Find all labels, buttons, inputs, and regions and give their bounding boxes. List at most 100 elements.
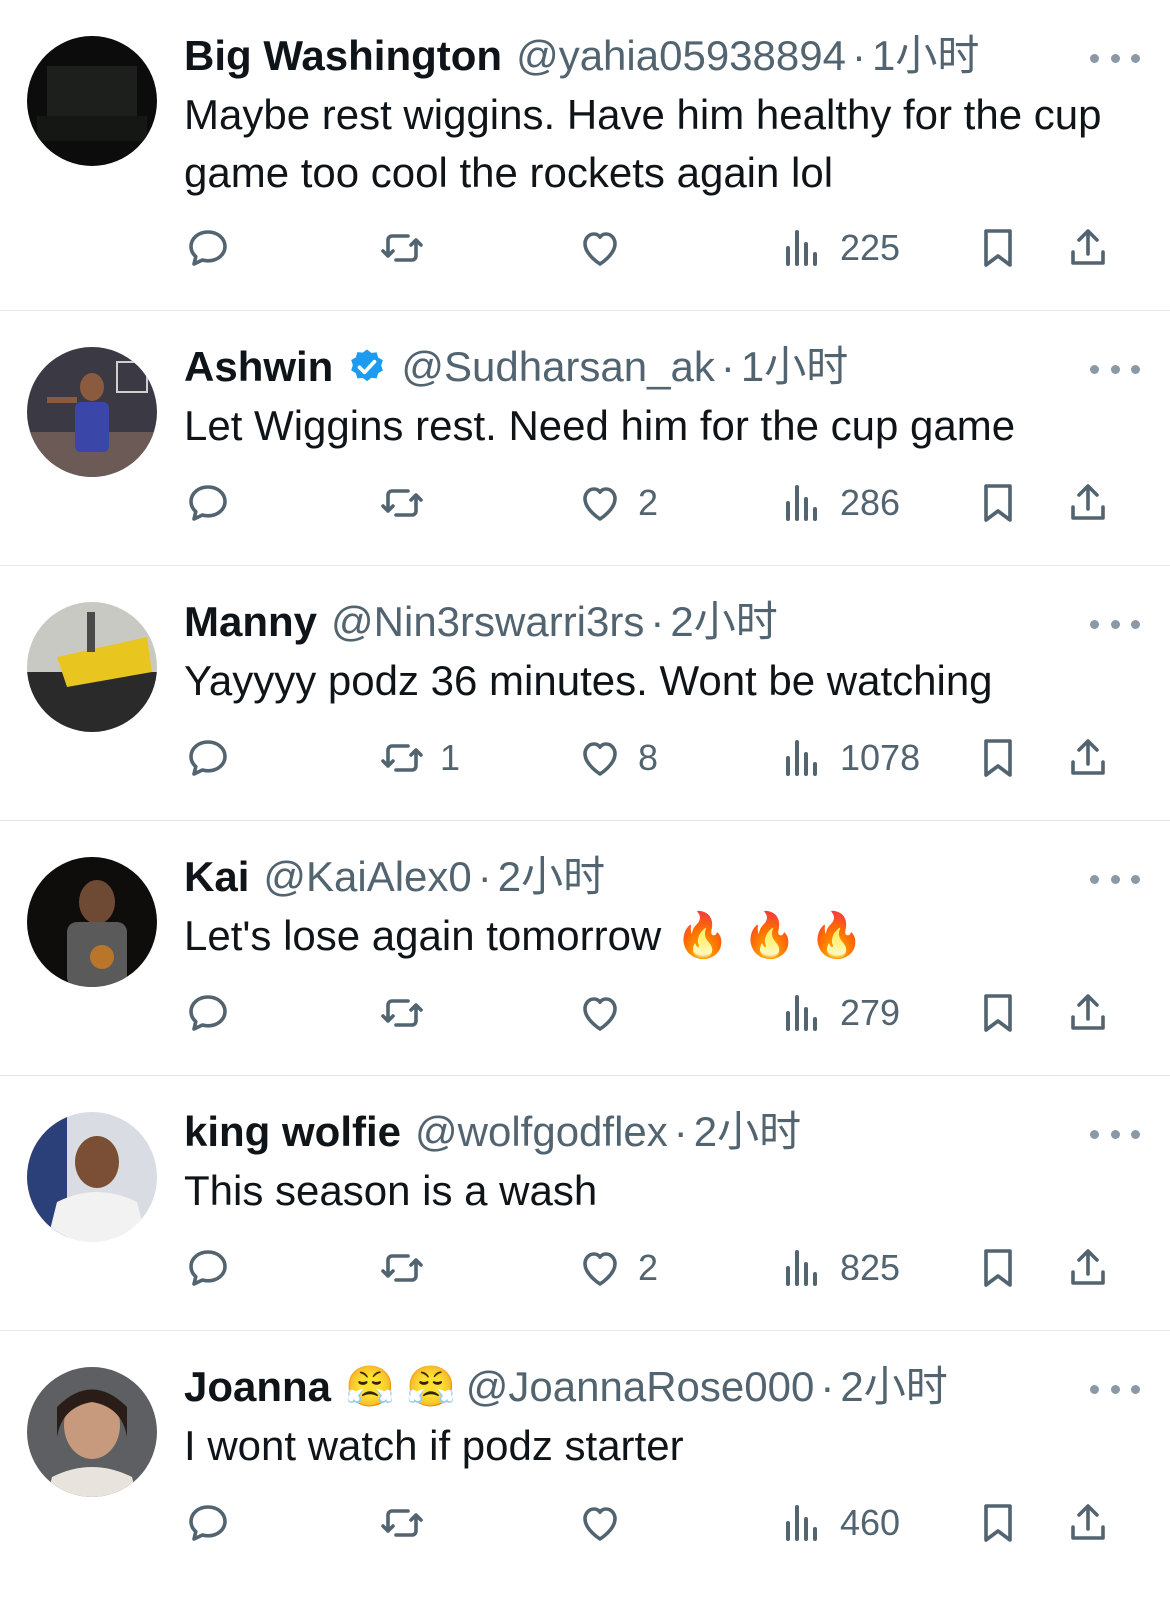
separator-dot: · [673,1108,688,1155]
display-name[interactable]: Kai [184,849,249,905]
user-handle[interactable]: @Sudharsan_ak [401,339,715,395]
retweet-button[interactable] [378,473,440,533]
bookmark-button[interactable] [974,473,1022,533]
share-icon [1071,484,1105,520]
retweet-icon [381,999,423,1027]
like-button[interactable] [576,983,638,1043]
share-button[interactable] [1064,473,1112,533]
display-name[interactable]: king wolfie [184,1104,401,1160]
reply-button[interactable] [184,1493,246,1553]
avatar[interactable] [27,1367,157,1497]
tweet[interactable]: Kai @KaiAlex0 · 2小时 Let's lose again tom… [0,821,1170,1076]
share-button[interactable] [1064,1493,1112,1553]
views-button[interactable]: 1078 [778,728,920,788]
like-button[interactable]: 2 [576,473,658,533]
retweet-icon [381,1254,423,1282]
views-button[interactable]: 825 [778,1238,900,1298]
more-icon[interactable] [1090,349,1140,389]
views-count: 1078 [840,737,921,778]
action-bar: 2 825 [184,1238,1140,1298]
user-handle[interactable]: @Nin3rswarri3rs [331,594,644,650]
reply-icon [189,1250,227,1286]
bookmark-button[interactable] [974,218,1022,278]
retweet-icon [381,1509,423,1537]
views-button[interactable]: 225 [778,218,900,278]
reply-icon [189,1505,227,1541]
avatar[interactable] [27,857,157,987]
views-button[interactable]: 279 [778,983,900,1043]
timestamp[interactable]: 1小时 [872,28,979,84]
bookmark-icon [984,484,1012,522]
reply-button[interactable] [184,728,246,788]
avatar[interactable] [27,36,157,166]
action-bar: 1 8 1078 [184,728,1140,788]
retweet-button[interactable] [378,1238,440,1298]
display-name[interactable]: Ashwin [184,339,333,395]
verified-badge-icon [351,349,384,382]
separator-dot: · [720,343,735,390]
timestamp[interactable]: 2小时 [498,849,605,905]
retweet-button[interactable] [378,218,440,278]
share-button[interactable] [1064,218,1112,278]
timestamp[interactable]: 2小时 [670,594,777,650]
views-icon [786,1250,817,1286]
timestamp[interactable]: 2小时 [840,1359,947,1415]
tweet[interactable]: Big Washington @yahia05938894 · 1小时 Mayb… [0,0,1170,311]
display-name[interactable]: Big Washington [184,28,502,84]
user-handle[interactable]: @JoannaRose000 [466,1359,815,1415]
like-button[interactable]: 8 [576,728,658,788]
views-icon [786,1505,817,1541]
bookmark-button[interactable] [974,1238,1022,1298]
tweet[interactable]: Joanna 😤 😤 @JoannaRose000 · 2小时 I wont w… [0,1331,1170,1604]
heart-icon [583,1252,617,1286]
bookmark-button[interactable] [974,1493,1022,1553]
retweet-button[interactable] [378,983,440,1043]
like-button[interactable]: 2 [576,1238,658,1298]
share-button[interactable] [1064,983,1112,1043]
share-icon [1071,739,1105,775]
tweet[interactable]: king wolfie @wolfgodflex · 2小时 This seas… [0,1076,1170,1331]
bookmark-button[interactable] [974,983,1022,1043]
user-handle[interactable]: @yahia05938894 [516,28,846,84]
share-button[interactable] [1064,1238,1112,1298]
avatar[interactable] [27,347,157,477]
like-count: 8 [638,737,659,778]
avatar[interactable] [27,602,157,732]
like-button[interactable] [576,1493,638,1553]
reply-icon [189,995,227,1031]
timestamp[interactable]: 2小时 [694,1104,801,1160]
more-icon[interactable] [1090,1114,1140,1154]
heart-icon [583,1507,617,1541]
share-button[interactable] [1064,728,1112,788]
like-count: 2 [638,482,659,523]
avatar[interactable] [27,1112,157,1242]
more-icon[interactable] [1090,604,1140,644]
reply-button[interactable] [184,473,246,533]
user-handle[interactable]: @wolfgodflex [415,1104,668,1160]
bookmark-button[interactable] [974,728,1022,788]
tweet[interactable]: Manny @Nin3rswarri3rs · 2小时 Yayyyy podz … [0,566,1170,821]
retweet-button[interactable] [378,1493,440,1553]
more-icon[interactable] [1090,1369,1140,1409]
views-button[interactable]: 460 [778,1493,900,1553]
heart-icon [583,997,617,1031]
tweet-header: Big Washington @yahia05938894 · 1小时 [184,28,1140,84]
user-handle[interactable]: @KaiAlex0 [263,849,471,905]
tweet-text: Let Wiggins rest. Need him for the cup g… [184,402,1016,449]
retweet-button[interactable]: 1 [378,728,460,788]
tweet[interactable]: Ashwin @Sudharsan_ak · 1小时 Let Wiggins r… [0,311,1170,566]
tweet-header: Manny @Nin3rswarri3rs · 2小时 [184,594,1140,650]
reply-button[interactable] [184,218,246,278]
more-icon[interactable] [1090,38,1140,78]
like-count: 2 [638,1247,659,1288]
like-button[interactable] [576,218,638,278]
reply-button[interactable] [184,983,246,1043]
views-button[interactable]: 286 [778,473,900,533]
display-name[interactable]: Manny [184,594,317,650]
reply-button[interactable] [184,1238,246,1298]
views-count: 460 [840,1502,901,1543]
more-icon[interactable] [1090,859,1140,899]
separator-dot: · [477,853,492,900]
display-name[interactable]: Joanna [184,1359,331,1415]
timestamp[interactable]: 1小时 [741,339,848,395]
